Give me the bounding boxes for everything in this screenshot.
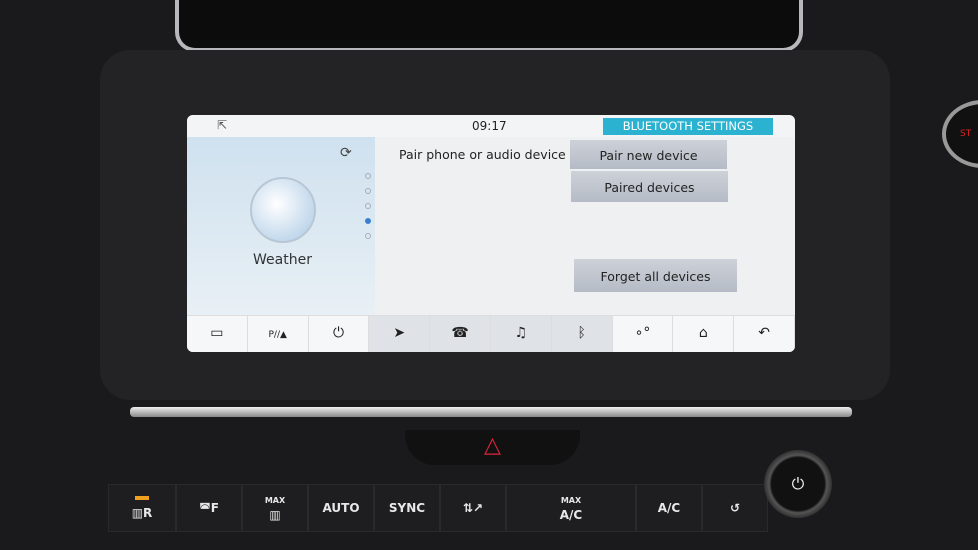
media-icon: ♫ [514, 325, 528, 341]
button-content: ▥ [269, 508, 280, 522]
page-dot[interactable] [365, 188, 371, 194]
power-icon: ⏻ [791, 474, 805, 493]
button-content: A/C [658, 501, 680, 515]
button-content: ⇅↗ [463, 501, 483, 515]
climate-button-0[interactable]: ▥R [108, 484, 176, 532]
air-distribution-icon: ⇅↗ [462, 501, 484, 515]
climate-controls: ▥R ◚F MAX ▥ AUTO SYNC ⇅↗ MAX A/C A/C ↺ [108, 484, 768, 532]
button-label: F [210, 501, 219, 515]
button-label: A/C [657, 501, 681, 515]
nav-bluetooth-button[interactable]: ᛒ [551, 316, 613, 352]
infotainment-screen: ⇱ 09:17 BLUETOOTH SETTINGS ⟳ Weather Pai… [187, 115, 795, 352]
nav-power-button[interactable]: ⏻ [309, 316, 370, 352]
pair-new-device-button[interactable]: Pair new device [570, 140, 727, 169]
forget-all-devices-button[interactable]: Forget all devices [574, 259, 737, 292]
page-dot[interactable] [365, 173, 371, 179]
paired-devices-button[interactable]: Paired devices [571, 171, 728, 202]
hazard-icon: △ [484, 433, 501, 458]
nav-park-assist-button[interactable]: P//▲ [248, 316, 309, 352]
phone-icon: ☎ [451, 325, 469, 341]
climate-button-3[interactable]: AUTO [308, 484, 374, 532]
climate-button-6[interactable]: MAX A/C [506, 484, 636, 532]
air-vent [175, 0, 803, 52]
page-title: BLUETOOTH SETTINGS [603, 118, 773, 135]
button-label: A/C [559, 508, 583, 522]
collapse-arrow-icon[interactable]: ⇱ [217, 118, 227, 132]
bluetooth-icon: ᛒ [577, 325, 586, 341]
climate-button-4[interactable]: SYNC [374, 484, 440, 532]
button-label: R [143, 506, 153, 520]
button-content: A/C [560, 508, 582, 522]
status-bar: ⇱ 09:17 BLUETOOTH SETTINGS [187, 115, 795, 137]
weather-widget[interactable]: ⟳ Weather [187, 137, 375, 315]
max-defrost-icon: ▥ [269, 508, 281, 522]
weather-label: Weather [253, 252, 312, 268]
indicator-led [135, 496, 149, 500]
climate-button-8[interactable]: ↺ [702, 484, 768, 532]
button-label: AUTO [322, 501, 360, 515]
climate-button-1[interactable]: ◚F [176, 484, 242, 532]
clock: 09:17 [472, 119, 507, 133]
button-sublabel: MAX [264, 496, 286, 505]
climate-button-2[interactable]: MAX ▥ [242, 484, 308, 532]
volume-power-knob[interactable]: ⏻ [764, 450, 832, 518]
camera-icon: ▭ [210, 325, 224, 341]
nav-media-button[interactable]: ♫ [490, 316, 552, 352]
back-icon: ↶ [758, 325, 770, 341]
nav-camera-button[interactable]: ▭ [187, 316, 248, 352]
power-icon: ⏻ [332, 325, 345, 341]
home-icon: ⌂ [698, 325, 708, 341]
nav-home-button[interactable]: ⌂ [673, 316, 735, 352]
park-assist-icon: P//▲ [268, 330, 287, 340]
hazard-button[interactable]: △ [405, 430, 580, 465]
nav-back-button[interactable]: ↶ [734, 316, 795, 352]
button-content: ◚F [199, 501, 219, 515]
button-content: ▥R [132, 506, 153, 520]
weather-icon [250, 177, 316, 243]
page-dot[interactable] [365, 233, 371, 239]
nav-phone-button[interactable]: ☎ [430, 316, 491, 352]
rear-defrost-icon: ▥ [131, 506, 144, 520]
page-dot-active[interactable] [365, 218, 371, 224]
navigation-icon: ➤ [393, 325, 406, 341]
button-sublabel: MAX [560, 496, 582, 505]
button-content: AUTO [322, 501, 359, 515]
bottom-nav-bar: ▭ P//▲ ⏻ ➤ ☎ ♫ ᛒ ∘° ⌂ ↶ [187, 315, 795, 352]
button-content: ↺ [730, 501, 740, 515]
page-indicator [365, 173, 371, 248]
page-dot[interactable] [365, 203, 371, 209]
refresh-icon[interactable]: ⟳ [340, 145, 352, 161]
start-label: ST [960, 129, 972, 139]
climate-button-7[interactable]: A/C [636, 484, 702, 532]
start-button[interactable]: ST [942, 100, 978, 168]
front-defrost-icon: ◚ [199, 501, 211, 515]
nav-navigation-button[interactable]: ➤ [369, 316, 431, 352]
chrome-trim [130, 407, 852, 417]
recirculation-icon: ↺ [729, 501, 741, 515]
climate-button-5[interactable]: ⇅↗ [440, 484, 506, 532]
button-label: SYNC [388, 501, 426, 515]
section-label: Pair phone or audio device [399, 147, 566, 162]
button-content: SYNC [389, 501, 425, 515]
connected-apps-icon: ∘° [634, 325, 651, 341]
nav-connected-apps-button[interactable]: ∘° [613, 316, 674, 352]
